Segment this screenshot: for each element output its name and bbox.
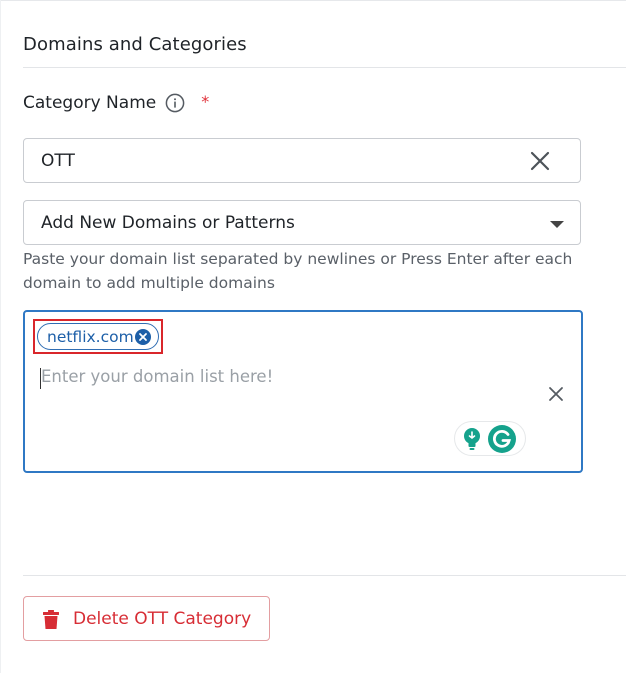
category-name-input[interactable]: OTT (23, 138, 581, 183)
grammarly-logo-icon[interactable] (487, 424, 517, 454)
category-name-label: Category Name (23, 93, 157, 113)
left-border (0, 0, 1, 673)
remove-chip-icon[interactable] (135, 329, 151, 345)
actions-divider (23, 575, 626, 576)
domain-chip-label: netflix.com (47, 328, 134, 346)
domain-list-input[interactable]: netflix.com Enter your domain list here! (23, 310, 583, 473)
info-icon[interactable] (165, 93, 185, 113)
domain-chip: netflix.com (37, 323, 159, 350)
domain-helper-text: Paste your domain list separated by newl… (23, 250, 573, 292)
trash-icon (43, 610, 59, 629)
domain-list-placeholder: Enter your domain list here! (41, 367, 274, 386)
lightbulb-icon[interactable] (461, 427, 483, 451)
domain-mode-select[interactable]: Add New Domains or Patterns (23, 200, 581, 245)
grammarly-widget[interactable] (455, 422, 525, 455)
clear-domains-icon[interactable] (548, 386, 564, 402)
required-asterisk: * (201, 91, 210, 111)
domain-mode-value: Add New Domains or Patterns (41, 213, 295, 233)
delete-category-label: Delete OTT Category (73, 609, 252, 629)
section-divider (23, 67, 626, 68)
clear-category-icon[interactable] (530, 151, 550, 171)
domains-categories-panel: Domains and Categories Category Name * O… (0, 0, 626, 673)
section-title: Domains and Categories (23, 34, 247, 55)
chevron-down-icon (550, 221, 564, 228)
category-name-label-row: Category Name * (23, 91, 210, 114)
category-name-value: OTT (41, 151, 75, 171)
delete-category-button[interactable]: Delete OTT Category (23, 596, 270, 641)
top-border (0, 0, 626, 1)
